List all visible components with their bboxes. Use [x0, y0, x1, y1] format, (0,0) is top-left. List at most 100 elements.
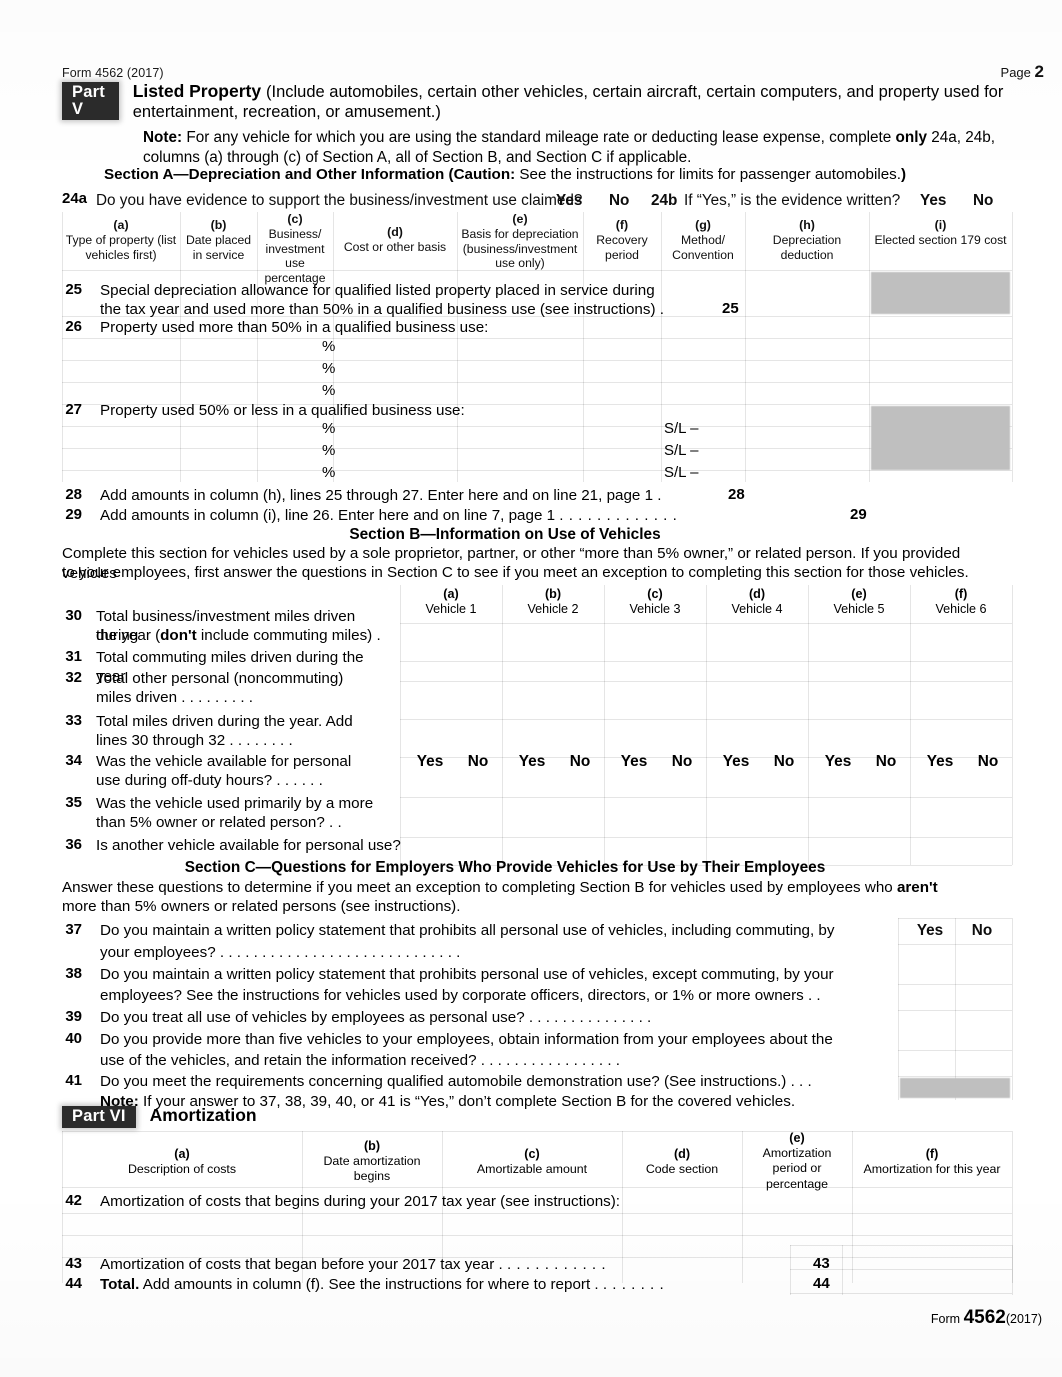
line-32-number: 32 — [65, 669, 82, 686]
section-b-heading: Section B—Information on Use of Vehicles — [349, 526, 661, 543]
line-34-vehicle-5-no[interactable]: No — [864, 753, 908, 771]
line-34-vehicle-2-yes[interactable]: Yes — [510, 753, 554, 771]
section-c-grid — [898, 918, 1013, 1100]
line-40-text-1: Do you provide more than five vehicles t… — [100, 1031, 833, 1048]
line-37-text-2: your employees? . . . . . . . . . . . . … — [100, 944, 461, 961]
line-34-vehicle-6-no[interactable]: No — [966, 753, 1010, 771]
line-33-text-2: lines 30 through 32 . . . . . . . . — [96, 732, 293, 749]
line-44-leaders: . . . . . . . — [602, 1276, 665, 1293]
amort-column-header-b: (b) Date amortization begins — [323, 1139, 421, 1184]
part-v-title: Listed Property (Include automobiles, ce… — [132, 81, 1022, 121]
line-24a-text: Do you have evidence to support the busi… — [96, 192, 583, 209]
line-34-vehicle-6-yes[interactable]: Yes — [918, 753, 962, 771]
column-header-h: (h) Depreciation deduction — [772, 218, 842, 262]
section-c-yes-header: Yes — [916, 922, 944, 939]
line-27-row2-percent: % — [322, 442, 336, 459]
line-38-number: 38 — [65, 965, 82, 982]
line-34-vehicle-2-no[interactable]: No — [558, 753, 602, 771]
line-24a-no[interactable]: No — [609, 191, 629, 210]
line-30-number: 30 — [65, 607, 82, 624]
page-number: 2 — [1034, 62, 1044, 81]
column-header-f: (f) Recovery period — [596, 218, 648, 262]
part-v-title-main: Listed Property — [132, 81, 262, 101]
line-42-text: Amortization of costs that begins during… — [100, 1193, 621, 1210]
vehicle-header-4: (d) Vehicle 4 — [731, 587, 783, 617]
line-25-text-2: the tax year and used more than 50% in a… — [100, 301, 664, 318]
line-38-text-1: Do you maintain a written policy stateme… — [100, 966, 834, 983]
line-34-text-1: Was the vehicle available for personal — [96, 753, 352, 770]
part-vi-title: Amortization — [149, 1105, 257, 1125]
line-25-box-number: 25 — [722, 300, 739, 317]
line-27-row1-sl: S/L – — [664, 420, 699, 437]
section-a-heading-bold: Section A—Depreciation and Other Informa… — [103, 166, 516, 183]
vehicle-header-2: (b) Vehicle 2 — [527, 587, 579, 617]
note-only-word: only — [895, 129, 927, 146]
line-34-vehicle-4-yes[interactable]: Yes — [714, 753, 758, 771]
line-33-text-1: Total miles driven during the year. Add — [96, 713, 353, 730]
line-26-text: Property used more than 50% in a qualifi… — [100, 319, 489, 336]
footer-form-reference: Form 4562(2017) — [931, 1307, 1042, 1329]
line-24b-number: 24b — [651, 192, 678, 209]
line-24b-no[interactable]: No — [973, 191, 993, 210]
note-text-1: For any vehicle for which you are using … — [186, 129, 892, 146]
line-28-box-number: 28 — [728, 486, 745, 503]
line-37-text-1: Do you maintain a written policy stateme… — [100, 922, 835, 939]
column-header-i: (i) Elected section 179 cost — [874, 218, 1007, 247]
line-31-number: 31 — [65, 648, 82, 665]
column-header-g: (g) Method/ Convention — [672, 218, 734, 262]
line-34-vehicle-1-no[interactable]: No — [456, 753, 500, 771]
part-vi-badge: Part VI — [62, 1106, 136, 1128]
amort-column-header-f: (f) Amortization for this year — [863, 1147, 1001, 1177]
shaded-cell-line27-col-i — [871, 406, 1010, 470]
form-reference: Form 4562 (2017) — [62, 66, 164, 80]
line-29-leaders: . . . . . . . . . . . . . — [559, 507, 678, 524]
section-c-no-header: No — [971, 922, 993, 939]
line-27-number: 27 — [65, 401, 82, 418]
line-24a-yes[interactable]: Yes — [556, 191, 582, 210]
amort-column-header-e: (e) Amortization period or percentage — [762, 1131, 832, 1191]
footer-form-word: Form — [930, 1312, 961, 1326]
line-34-vehicle-3-no[interactable]: No — [660, 753, 704, 771]
line-36-text: Is another vehicle available for persona… — [96, 837, 401, 854]
line-35-number: 35 — [65, 794, 82, 811]
line-41-number: 41 — [65, 1072, 82, 1089]
column-header-d: (d) Cost or other basis — [343, 225, 447, 254]
line-43-number: 43 — [65, 1255, 82, 1272]
line-43-text: Amortization of costs that began before … — [100, 1256, 607, 1273]
line-24b-yes[interactable]: Yes — [920, 191, 946, 210]
line-32-text-1: Total other personal (noncommuting) — [96, 670, 344, 687]
vehicle-header-1: (a) Vehicle 1 — [425, 587, 477, 617]
shaded-cell-line25-col-i — [871, 272, 1010, 314]
line-35-text-1: Was the vehicle used primarily by a more — [96, 795, 374, 812]
line-27-row3-percent: % — [322, 464, 336, 481]
line-26-row1-percent: % — [322, 338, 336, 355]
line-25-number: 25 — [65, 281, 82, 298]
line-28-number: 28 — [65, 486, 82, 503]
line-40-number: 40 — [65, 1030, 82, 1047]
line-32-text-2: miles driven . . . . . . . . . — [96, 689, 253, 706]
part-v-header: Part V Listed Property (Include automobi… — [62, 81, 1022, 121]
footer-form-number: 4562 — [963, 1307, 1006, 1328]
page-word: Page — [1000, 65, 1031, 80]
line-34-vehicle-3-yes[interactable]: Yes — [612, 753, 656, 771]
line-30-text-2: the year (don't include commuting miles)… — [96, 627, 381, 644]
line-34-vehicle-4-no[interactable]: No — [762, 753, 806, 771]
line-41-text: Do you meet the requirements concerning … — [100, 1073, 812, 1090]
section-a-heading-rest: See the instructions for limits for pass… — [519, 166, 901, 183]
footer-form-year: (2017) — [1005, 1312, 1042, 1326]
line-29-text: Add amounts in column (i), line 26. Ente… — [100, 507, 678, 524]
line-26-number: 26 — [65, 318, 82, 335]
line-29-number: 29 — [65, 506, 82, 523]
line-34-vehicle-5-yes[interactable]: Yes — [816, 753, 860, 771]
line-26-row3-percent: % — [322, 382, 336, 399]
column-header-e: (e) Basis for depreciation (business/inv… — [461, 212, 579, 271]
part-vi-lower-grid — [790, 1245, 1013, 1295]
line-44-total-label: Total. — [100, 1276, 140, 1293]
form-page: Form 4562 (2017) Page 2 Part V Listed Pr… — [0, 0, 1062, 1377]
section-b-intro-2: to your employees, first answer the ques… — [62, 564, 969, 581]
part-vi-header: Part VI Amortization — [62, 1105, 257, 1128]
line-27-row2-sl: S/L – — [664, 442, 699, 459]
section-c-intro-1: Answer these questions to determine if y… — [62, 879, 938, 896]
section-a-heading: Section A—Depreciation and Other Informa… — [0, 166, 1010, 183]
line-34-vehicle-1-yes[interactable]: Yes — [408, 753, 452, 771]
